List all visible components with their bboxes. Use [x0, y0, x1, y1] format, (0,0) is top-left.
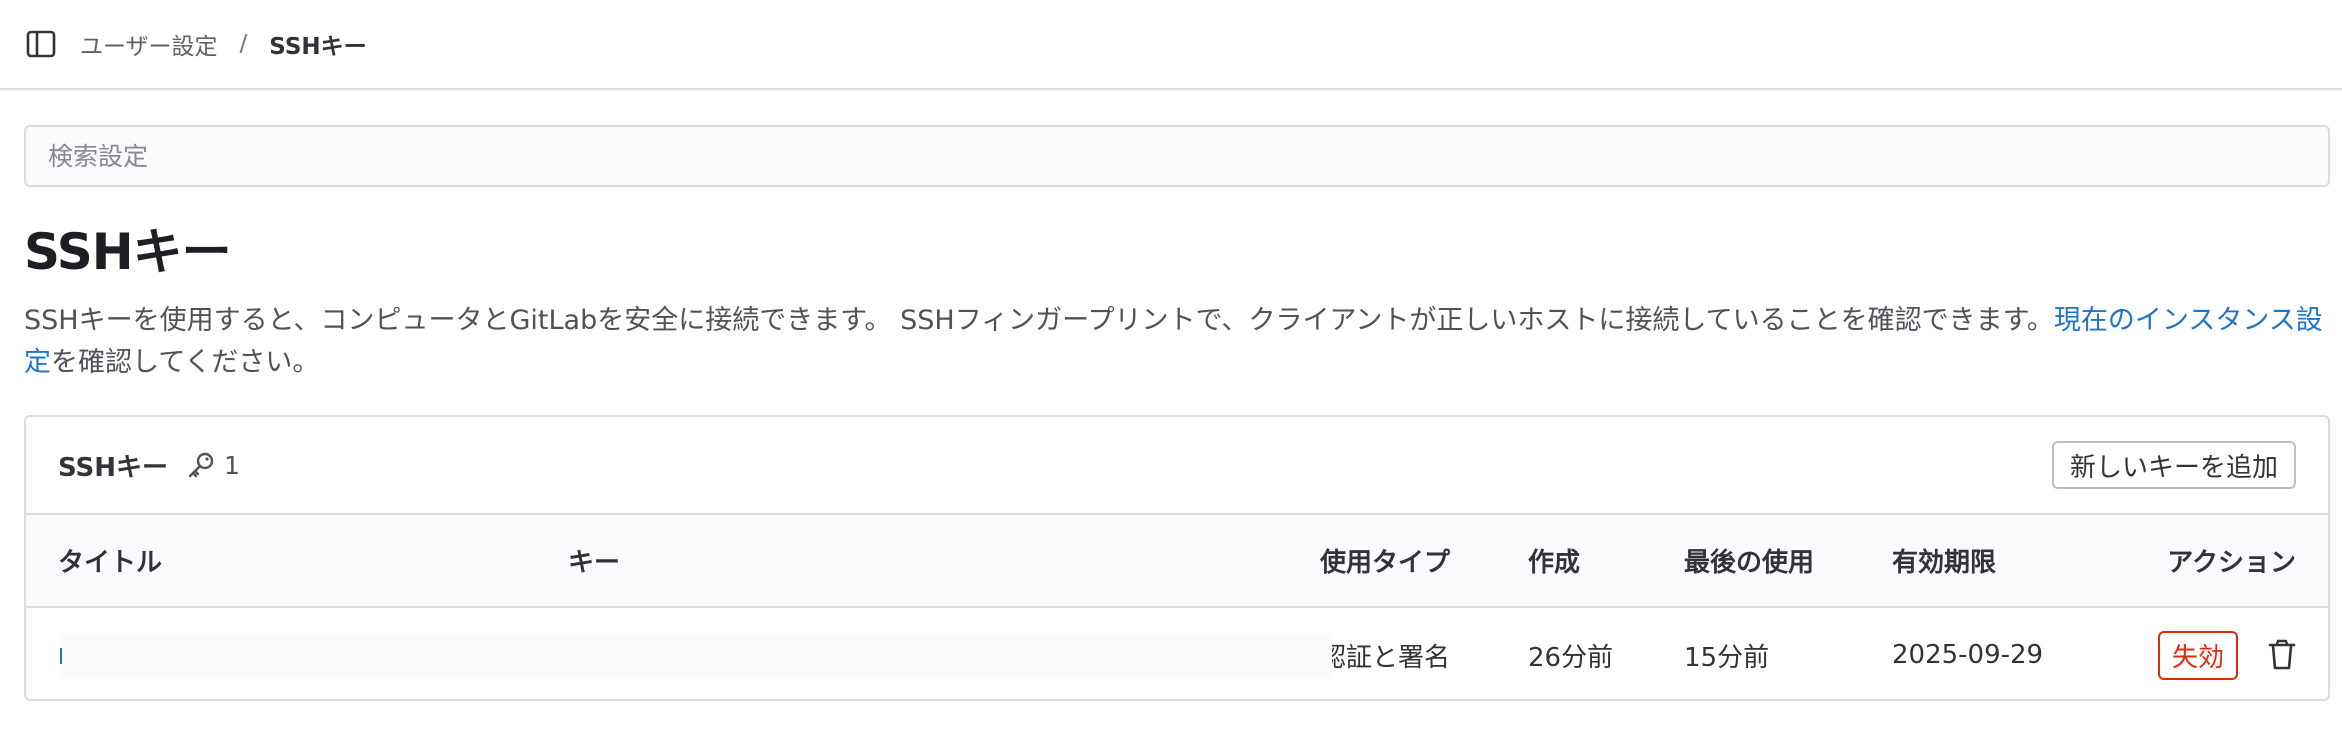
trash-icon[interactable]: [2268, 639, 2296, 671]
page-title: SSHキー: [24, 223, 232, 281]
table-row: 認証と署名 26分前 15分前 2025-09-29 失効: [26, 607, 2328, 699]
ssh-keys-table: タイトル キー 使用タイプ 作成 最後の使用 有効期限 アクション 認証と署名 …: [26, 515, 2328, 699]
page-description: SSHキーを使用すると、コンピュータとGitLabを安全に接続できます。 SSH…: [24, 300, 2334, 384]
breadcrumb-separator: /: [239, 31, 248, 57]
breadcrumb-parent[interactable]: ユーザー設定: [80, 27, 218, 61]
description-suffix: を確認してください。: [51, 347, 320, 378]
search-settings-input[interactable]: [24, 125, 2330, 187]
card-header: SSHキー 1 新しいキーを追加: [26, 417, 2328, 515]
description-text: SSHキーを使用すると、コンピュータとGitLabを安全に接続できます。 SSH…: [24, 305, 2054, 336]
table-header-row: タイトル キー 使用タイプ 作成 最後の使用 有効期限 アクション: [26, 515, 2328, 607]
column-header-created: 作成: [1528, 548, 1581, 578]
key-count-value: 1: [224, 450, 240, 480]
card-title: SSHキー: [58, 452, 169, 483]
key-title-link[interactable]: [60, 648, 62, 664]
ssh-keys-card: SSHキー 1 新しいキーを追加 タイトル キー 使用タイプ 作成 最後の使用 …: [24, 415, 2330, 701]
redacted-title-and-key: [26, 607, 1332, 699]
cell-actions: 失効: [2112, 607, 2328, 699]
column-header-usage-type: 使用タイプ: [1320, 548, 1451, 578]
redacted-key-area: [60, 634, 1332, 678]
cell-created: 26分前: [1528, 642, 1614, 673]
column-header-key: キー: [568, 548, 621, 578]
add-new-key-button[interactable]: 新しいキーを追加: [2051, 441, 2296, 489]
column-header-last-used: 最後の使用: [1684, 548, 1815, 578]
cell-expires: 2025-09-29: [1892, 640, 2044, 670]
cell-usage-type: 認証と署名: [1320, 642, 1451, 673]
column-header-actions: アクション: [2167, 548, 2296, 578]
breadcrumb-current[interactable]: SSHキー: [269, 27, 366, 61]
revoke-button[interactable]: 失効: [2157, 630, 2238, 680]
sidebar-toggle-icon[interactable]: [24, 27, 58, 61]
column-header-title: タイトル: [58, 548, 163, 578]
key-icon: [188, 452, 214, 478]
top-bar: ユーザー設定 / SSHキー: [0, 0, 2342, 90]
cell-last-used: 15分前: [1684, 642, 1770, 673]
column-header-expires: 有効期限: [1892, 548, 1997, 578]
key-count: 1: [186, 450, 240, 480]
